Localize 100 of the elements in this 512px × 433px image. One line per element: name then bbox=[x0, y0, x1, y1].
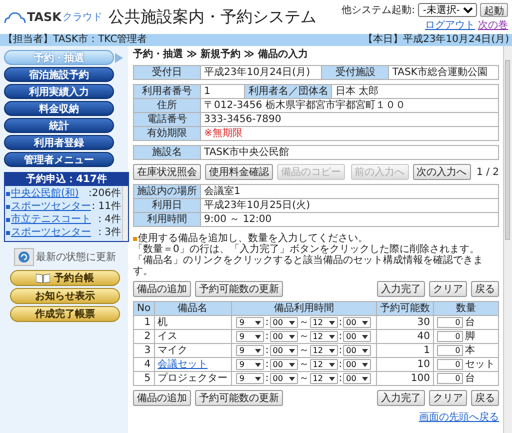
time-select[interactable]: 00 bbox=[343, 345, 372, 356]
time-separator: : bbox=[338, 344, 342, 356]
operator-text: 【担当者】TASK市：TKC管理者 bbox=[3, 34, 148, 46]
unit-label: 脚 bbox=[465, 330, 475, 342]
label-cell: 施設名 bbox=[134, 146, 200, 160]
label-cell: 受付日 bbox=[134, 66, 200, 80]
time-select[interactable]: 00 bbox=[343, 373, 372, 384]
header-link[interactable]: 次の巻 bbox=[478, 18, 508, 32]
table-cell: 4 bbox=[134, 358, 154, 372]
request-count: :206件 bbox=[88, 188, 122, 200]
quantity-field[interactable]: 0 bbox=[437, 345, 463, 356]
column-header: No bbox=[134, 302, 154, 316]
action-button[interactable]: 在庫状況照会 bbox=[133, 164, 201, 180]
label-cell: 受付施設 bbox=[322, 66, 389, 80]
time-select[interactable]: 9 bbox=[236, 317, 264, 328]
cloud-icon bbox=[4, 12, 26, 24]
label-cell: 利用者名／団体名 bbox=[244, 84, 332, 98]
column-header: 備品利用時間 bbox=[231, 302, 376, 316]
time-separator: : bbox=[265, 372, 269, 384]
action-button[interactable]: 戻る bbox=[471, 281, 499, 297]
request-link[interactable]: スポーツセンター bbox=[11, 201, 91, 213]
quantity-field[interactable]: 0 bbox=[437, 317, 463, 328]
quantity-field[interactable]: 0 bbox=[437, 331, 463, 342]
table-cell: 40 bbox=[376, 330, 434, 344]
action-button[interactable]: 次の入力へ bbox=[412, 164, 471, 180]
page-indicator: 1 / 2 bbox=[476, 166, 499, 178]
time-select[interactable]: 12 bbox=[310, 373, 338, 384]
table-cell: 10 bbox=[376, 358, 434, 372]
request-link[interactable]: 中央公民館(和) bbox=[11, 188, 79, 200]
pointer-icon bbox=[115, 52, 123, 62]
time-select[interactable]: 9 bbox=[236, 373, 264, 384]
time-select[interactable]: 12 bbox=[310, 331, 338, 342]
time-select[interactable]: 9 bbox=[236, 345, 264, 356]
time-select[interactable]: 12 bbox=[310, 359, 338, 370]
shortcut-button[interactable]: お知らせ表示 bbox=[10, 288, 120, 304]
action-button[interactable]: 入力完了 bbox=[377, 281, 425, 297]
requests-title: 予約申込：417件 bbox=[5, 173, 128, 186]
value-cell: 333-3456-7890 bbox=[200, 112, 498, 126]
table-cell: イス bbox=[154, 330, 232, 344]
list-scrollbar[interactable] bbox=[122, 186, 128, 241]
value-cell: 〒012-3456 栃木県宇都宮市宇都宮町１００ bbox=[200, 98, 498, 112]
action-button[interactable]: クリア bbox=[429, 390, 467, 406]
shortcut-button[interactable]: 作成完了帳票 bbox=[10, 306, 120, 322]
quantity-field[interactable]: 0 bbox=[437, 359, 463, 370]
action-button[interactable]: 予約可能数の更新 bbox=[195, 390, 283, 406]
sidebar-item[interactable]: 管理者メニュー bbox=[4, 152, 114, 167]
request-link[interactable]: スポーツセンター bbox=[11, 227, 91, 239]
action-button[interactable]: 入力完了 bbox=[377, 390, 425, 406]
app-title: 公共施設案内・予約システム bbox=[108, 6, 316, 28]
table-cell: 3 bbox=[134, 344, 154, 358]
action-button[interactable]: 使用料金確認 bbox=[205, 164, 273, 180]
unit-label: 本 bbox=[465, 344, 475, 356]
system-select[interactable]: -未選択- bbox=[418, 2, 477, 16]
unit-label: 台 bbox=[465, 316, 475, 328]
time-select[interactable]: 00 bbox=[270, 345, 298, 356]
table-cell: 2 bbox=[134, 330, 154, 344]
sidebar-item[interactable]: 利用実績入力 bbox=[4, 84, 114, 99]
action-button[interactable]: 戻る bbox=[471, 390, 499, 406]
time-separator: ～ bbox=[298, 344, 309, 356]
sidebar-item[interactable]: 宿泊施設予約 bbox=[4, 67, 114, 82]
shortcut-button[interactable]: 予約台帳 bbox=[10, 270, 120, 286]
time-separator: : bbox=[338, 330, 342, 342]
value-cell: ※無期限 bbox=[200, 126, 498, 140]
request-count: : 3件 bbox=[98, 227, 122, 239]
time-select[interactable]: 00 bbox=[343, 317, 372, 328]
action-button[interactable]: クリア bbox=[429, 281, 467, 297]
time-select[interactable]: 00 bbox=[270, 317, 298, 328]
time-select[interactable]: 00 bbox=[343, 331, 372, 342]
refresh-label: 最新の状態に更新 bbox=[36, 250, 116, 264]
request-link[interactable]: 市立テニスコート bbox=[11, 214, 91, 226]
time-select[interactable]: 9 bbox=[236, 359, 264, 370]
time-select[interactable]: 00 bbox=[270, 359, 298, 370]
label-cell: 電話番号 bbox=[134, 112, 200, 126]
time-select[interactable]: 9 bbox=[236, 331, 264, 342]
sidebar-item[interactable]: 料金収納 bbox=[4, 101, 114, 116]
unit-label: セット bbox=[465, 358, 495, 370]
table-cell: 1 bbox=[376, 344, 434, 358]
action-button[interactable]: 備品の追加 bbox=[133, 390, 191, 406]
sidebar-item[interactable]: 統計 bbox=[4, 118, 114, 133]
launch-button[interactable]: 起動 bbox=[480, 2, 508, 16]
label-cell: 住所 bbox=[134, 98, 200, 112]
action-button[interactable]: 備品の追加 bbox=[133, 281, 191, 297]
time-separator: ～ bbox=[298, 372, 309, 384]
time-separator: : bbox=[265, 344, 269, 356]
bullet-icon bbox=[6, 192, 10, 196]
quantity-field[interactable]: 0 bbox=[437, 373, 463, 384]
refresh-button[interactable] bbox=[14, 248, 34, 266]
header-link[interactable]: ログアウト bbox=[425, 18, 475, 32]
sidebar-item[interactable]: 利用者登録 bbox=[4, 135, 114, 150]
time-select[interactable]: 00 bbox=[270, 331, 298, 342]
breadcrumb: 予約・抽選 ≫ 新規予約 ≫ 備品の入力 bbox=[133, 48, 309, 61]
time-select[interactable]: 00 bbox=[270, 373, 298, 384]
time-select[interactable]: 00 bbox=[343, 359, 372, 370]
back-to-top-link[interactable]: 画面の先頭へ戻る bbox=[419, 410, 499, 424]
time-select[interactable]: 12 bbox=[310, 317, 338, 328]
action-button[interactable]: 予約可能数の更新 bbox=[195, 281, 283, 297]
time-select[interactable]: 12 bbox=[310, 345, 338, 356]
request-count: : 4件 bbox=[98, 214, 122, 226]
page-scrollbar[interactable] bbox=[503, 46, 512, 433]
column-header: 備品名 bbox=[154, 302, 232, 316]
